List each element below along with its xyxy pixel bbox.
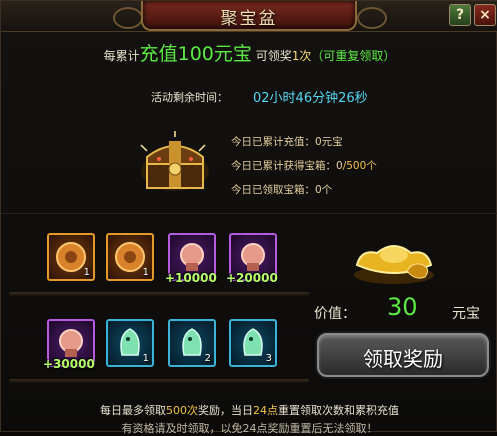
claim-reward-button[interactable]: 领取奖励	[317, 333, 489, 377]
reward-slot[interactable]: 1	[47, 233, 95, 281]
value-amount: 30	[387, 293, 418, 321]
stat-charged: 今日已累计充值：0元宝	[231, 134, 343, 149]
reward-quantity: +20000	[226, 271, 278, 285]
timer-label: 活动剩余时间：	[151, 91, 228, 104]
stat-chests-value: 0	[336, 160, 343, 172]
claim-reward-label: 领取奖励	[363, 347, 443, 371]
reward-slot[interactable]: 3	[229, 319, 277, 367]
reward-count: 1	[142, 353, 149, 364]
stat-charged-label: 今日已累计充值：	[231, 136, 315, 148]
footer-reset-time: 24点	[253, 404, 278, 417]
footer-limit: 500次	[166, 404, 198, 417]
promo-prefix: 每累计	[103, 49, 140, 63]
reward-count: 1	[142, 267, 149, 278]
title-bar: 聚宝盆 ? ×	[1, 1, 497, 32]
promo-suffix: （可重复领取）	[311, 49, 396, 63]
footer-text: 奖励，当日	[198, 404, 253, 417]
reward-slot[interactable]: 1	[106, 319, 154, 367]
stat-charged-value: 0元宝	[315, 136, 343, 148]
reward-count: 2	[204, 353, 211, 364]
value-label: 价值：	[314, 306, 356, 322]
timer-value: 02小时46分钟26秒	[253, 91, 368, 106]
treasure-bowl-panel: 聚宝盆 ? × 每累计充值100元宝 可领奖1次（可重复领取） 活动剩余时间： …	[0, 0, 497, 435]
reward-slot[interactable]: 2	[168, 319, 216, 367]
promo-middle: 可领奖	[255, 49, 292, 63]
footer-rule-line: 每日最多领取500次奖励，当日24点重置领取次数和累积充值	[1, 402, 497, 418]
promo-highlight: 充值100元宝	[139, 43, 252, 65]
value-unit: 元宝	[452, 306, 480, 322]
title-plate: 聚宝盆	[141, 1, 357, 31]
reward-slot[interactable]: 1	[106, 233, 154, 281]
reward-quantity: +30000	[43, 357, 95, 371]
footer-text: 每日最多领取	[100, 404, 166, 417]
stat-claimed-value: 0个	[315, 184, 333, 196]
reward-count: 1	[83, 267, 90, 278]
stat-chests-max: /500个	[342, 160, 377, 172]
shelf-divider	[9, 292, 309, 296]
gold-ingot-icon	[354, 245, 434, 284]
ornament-right-icon	[357, 7, 387, 29]
ornament-left-icon	[113, 7, 143, 29]
promo-line: 每累计充值100元宝 可领奖1次（可重复领取）	[1, 39, 497, 66]
promo-times: 1次	[291, 49, 312, 63]
help-button[interactable]: ?	[449, 4, 471, 26]
stat-chests-label: 今日已累计获得宝箱：	[231, 160, 336, 172]
reward-count: 3	[265, 353, 272, 364]
footer-text: 重置领取次数和累积充值	[278, 404, 399, 417]
treasure-chest-icon	[140, 131, 209, 191]
window-title: 聚宝盆	[220, 9, 278, 29]
stat-chests: 今日已累计获得宝箱：0/500个	[231, 158, 377, 173]
stat-claimed-label: 今日已领取宝箱：	[231, 184, 315, 196]
section-divider	[1, 213, 497, 214]
shelf-divider	[9, 379, 309, 383]
close-button[interactable]: ×	[474, 4, 496, 26]
stat-claimed: 今日已领取宝箱：0个	[231, 182, 332, 197]
reward-quantity: +10000	[165, 271, 217, 285]
footer-note: 有资格请及时领取，以免24点奖励重置后无法领取！	[121, 422, 378, 435]
